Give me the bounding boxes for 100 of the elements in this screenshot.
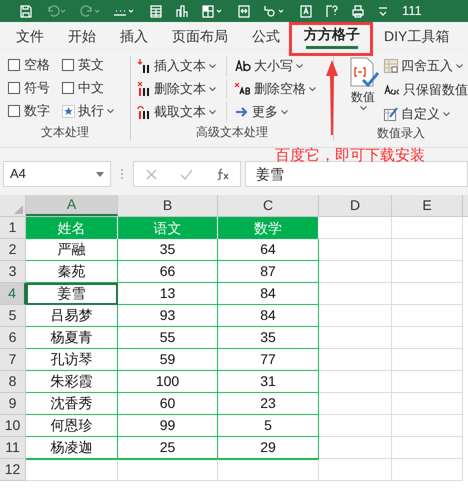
row-header[interactable]: 8 — [0, 371, 26, 393]
formula-field[interactable]: 姜雪 — [245, 161, 468, 187]
table-cell — [392, 239, 463, 261]
row-header[interactable]: 10 — [0, 415, 26, 437]
group-label: 数值录入 — [376, 125, 426, 141]
insert-text-icon — [137, 59, 151, 73]
checkbox[interactable]: 空格 — [8, 56, 60, 74]
row-header[interactable]: 9 — [0, 393, 26, 415]
ribbon-button[interactable]: 只保留数值 — [384, 80, 468, 100]
save-icon[interactable] — [20, 4, 32, 18]
row-header[interactable]: 11 — [0, 437, 26, 459]
column-header[interactable]: B — [118, 195, 218, 216]
table-cell: 孔访琴 — [26, 349, 118, 371]
table-cell: 35 — [218, 327, 319, 349]
table-cell: 何恩珍 — [26, 415, 118, 437]
table-cell: 77 — [218, 349, 319, 371]
help-icon[interactable] — [326, 4, 338, 18]
cut-text-icon — [137, 105, 151, 119]
ribbon-button[interactable]: 截取文本 — [137, 102, 227, 122]
table-cell: 姓名 — [26, 217, 118, 239]
ribbon-button[interactable]: 大小写 — [227, 56, 316, 76]
caret-icon — [443, 112, 450, 116]
table-cell: 100 — [118, 371, 218, 393]
ribbon-button[interactable]: 四舍五入 — [384, 56, 468, 76]
table-cell: 59 — [118, 349, 218, 371]
title-text: 111 — [402, 2, 422, 20]
table-cell: 84 — [218, 283, 319, 305]
table-cell: 秦苑 — [26, 261, 118, 283]
caret-icon — [296, 64, 303, 68]
table-cell — [392, 261, 463, 283]
checkbox[interactable]: 数字 — [8, 102, 60, 120]
group-label: 高级文本处理 — [195, 124, 269, 141]
row-header[interactable]: 1 — [0, 217, 26, 239]
caret-icon — [209, 64, 216, 68]
column-header[interactable]: D — [319, 195, 392, 216]
table-cell: 99 — [118, 415, 218, 437]
ribbon-tab[interactable]: 开始 — [56, 22, 108, 50]
ribbon-button[interactable]: 删除文本 — [137, 79, 227, 99]
caret-icon — [281, 110, 288, 114]
number-button[interactable]: 数值 — [346, 56, 380, 124]
ribbon-button[interactable]: 插入文本 — [137, 56, 227, 76]
caret-icon — [360, 106, 366, 111]
checkbox[interactable]: 英文 — [62, 56, 130, 74]
ribbon-tab[interactable]: DIY工具箱 — [372, 22, 462, 50]
column-header[interactable]: A — [26, 195, 118, 216]
table-cell: 朱彩霞 — [26, 371, 118, 393]
caret-icon — [107, 108, 114, 114]
table-cell: 29 — [218, 437, 319, 459]
table-cell: 吕易梦 — [26, 305, 118, 327]
table-cell: 23 — [218, 393, 319, 415]
row-header[interactable]: 12 — [0, 459, 26, 481]
column-header[interactable]: E — [392, 195, 463, 216]
table-cell: 沈香秀 — [26, 393, 118, 415]
print-icon[interactable] — [352, 4, 364, 18]
name-box[interactable]: A4 — [3, 161, 111, 187]
table-cell: 13 — [118, 283, 218, 305]
ribbon-tab[interactable]: 页面布局 — [160, 22, 240, 50]
row-header[interactable]: 5 — [0, 305, 26, 327]
ribbon-tab[interactable]: 文件 — [4, 22, 56, 50]
function-icon[interactable] — [216, 168, 228, 180]
table-cell — [392, 305, 463, 327]
row-header[interactable]: 3 — [0, 261, 26, 283]
table-cell: 语文 — [118, 217, 218, 239]
ribbon-button[interactable]: 更多 — [227, 102, 316, 122]
row-header[interactable]: 7 — [0, 349, 26, 371]
ribbon-tab[interactable]: 公式 — [240, 22, 292, 50]
case-icon — [235, 60, 251, 72]
shape-icon[interactable] — [264, 4, 286, 18]
ribbon-button[interactable]: 自定义 — [384, 104, 468, 124]
text-box-icon[interactable] — [300, 4, 312, 18]
spreadsheet-icon — [384, 59, 398, 73]
star-icon — [62, 104, 75, 118]
row-header[interactable]: 2 — [0, 239, 26, 261]
column-header[interactable]: C — [218, 195, 319, 216]
row-header[interactable]: 6 — [0, 327, 26, 349]
table-cell: 84 — [218, 305, 319, 327]
table-cell: 25 — [118, 437, 218, 459]
ribbon-button[interactable]: 删除空格 — [227, 79, 316, 99]
table-cell — [392, 371, 463, 393]
checkbox[interactable]: 中文 — [62, 79, 130, 97]
table-cell: 杨夏青 — [26, 327, 118, 349]
table-cell: 87 — [218, 261, 319, 283]
drag-handle-icon[interactable] — [121, 169, 123, 179]
arrow-right-icon — [235, 106, 249, 118]
delete-text-icon — [137, 82, 151, 96]
grid-icon[interactable] — [202, 4, 224, 18]
table-cell — [392, 415, 463, 437]
checkbox[interactable]: 符号 — [8, 79, 60, 97]
ribbon-tab[interactable]: 插入 — [108, 22, 160, 50]
bar-chart-icon[interactable] — [176, 4, 188, 18]
table-cell: 93 — [118, 305, 218, 327]
table-cell: 35 — [118, 239, 218, 261]
column-width-icon[interactable] — [238, 4, 250, 18]
table-icon[interactable] — [150, 4, 162, 18]
dropdown-icon — [96, 172, 104, 176]
caret-icon — [209, 86, 216, 92]
trim-icon — [235, 83, 251, 95]
customize-icon[interactable] — [378, 5, 388, 17]
row-header[interactable]: 4 — [0, 283, 26, 305]
run-button[interactable]: 执行 — [62, 102, 130, 120]
